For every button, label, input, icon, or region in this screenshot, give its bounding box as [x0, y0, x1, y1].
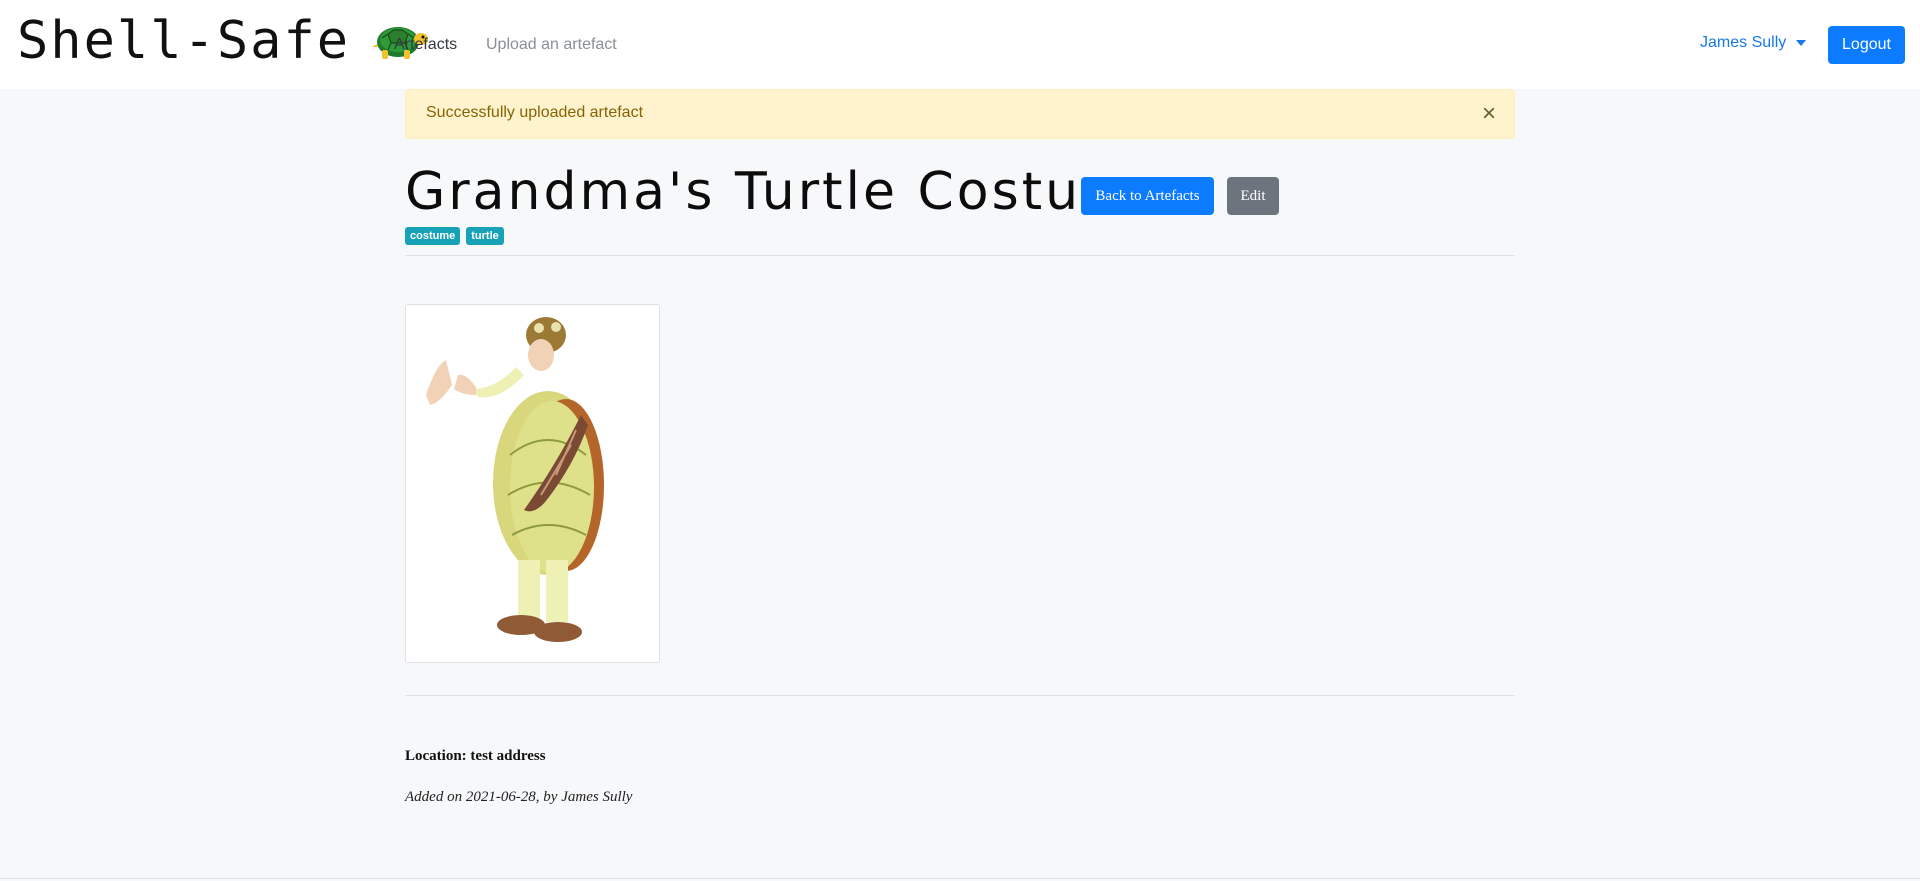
user-name: James Sully [1700, 34, 1787, 51]
success-alert: Successfully uploaded artefact × [405, 89, 1515, 139]
alert-message: Successfully uploaded artefact [426, 104, 644, 121]
brand[interactable]: Shell-Safe [17, 10, 430, 72]
footer-divider [0, 878, 1920, 879]
chevron-down-icon [1796, 40, 1807, 46]
tag-list: costume turtle [405, 227, 510, 245]
nav-link-artefacts[interactable]: Artefacts [394, 34, 457, 56]
back-to-artefacts-button[interactable]: Back to Artefacts [1081, 177, 1214, 215]
artefact-added-info: Added on 2021-06-28, by James Sully [405, 789, 633, 805]
turtle-costume-photo [406, 305, 659, 662]
tag-costume[interactable]: costume [405, 227, 461, 245]
nav-link-upload-artefact[interactable]: Upload an artefact [486, 34, 617, 56]
artefact-location: Location: test address [405, 748, 546, 764]
artefact-image[interactable] [405, 304, 660, 663]
edit-button[interactable]: Edit [1227, 177, 1279, 215]
logout-button[interactable]: Logout [1828, 26, 1905, 64]
divider [405, 695, 1515, 696]
user-dropdown[interactable]: James Sully [1700, 34, 1807, 52]
navbar: Shell-Safe Artefacts Upload an artefact … [0, 0, 1920, 89]
page-title: Grandma's Turtle Costume [405, 162, 1170, 222]
close-icon[interactable]: × [1482, 100, 1496, 128]
brand-name[interactable]: Shell-Safe [17, 10, 350, 72]
tag-turtle[interactable]: turtle [466, 227, 504, 245]
divider [405, 255, 1515, 256]
